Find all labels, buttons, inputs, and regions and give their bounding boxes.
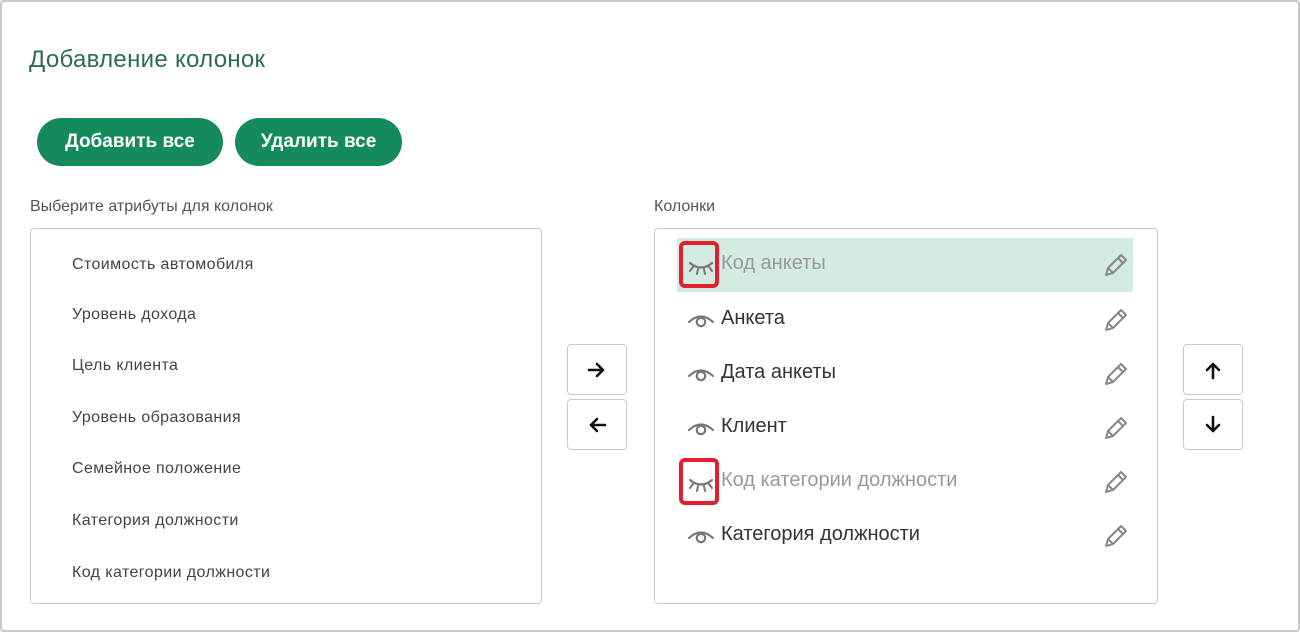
- list-item[interactable]: Стоимость автомобиля: [72, 256, 254, 274]
- arrow-left-icon: [589, 417, 607, 432]
- list-item[interactable]: Уровень образования: [72, 409, 241, 427]
- list-item[interactable]: Уровень дохода: [72, 306, 196, 324]
- column-row-label: Код категории должности: [721, 469, 958, 491]
- remove-all-button[interactable]: Удалить все: [235, 118, 402, 166]
- column-row-label: Код анкеты: [721, 252, 826, 274]
- edit-pencil-icon[interactable]: [1101, 305, 1131, 335]
- edit-pencil-icon[interactable]: [1101, 467, 1131, 497]
- column-row[interactable]: Дата анкеты: [677, 347, 1133, 401]
- move-right-button[interactable]: [567, 344, 627, 395]
- selected-columns-list[interactable]: Код анкеты Анкета Дата анкеты Клиент Код кат…: [654, 228, 1158, 604]
- columns-label: Колонки: [654, 198, 716, 215]
- edit-pencil-icon[interactable]: [1101, 413, 1131, 443]
- column-row-label: Категория должности: [721, 523, 920, 545]
- add-columns-dialog: Добавление колонок Добавить все Удалить …: [0, 0, 1300, 632]
- move-left-button[interactable]: [567, 399, 627, 450]
- arrow-right-icon: [587, 362, 605, 377]
- edit-pencil-icon[interactable]: [1101, 250, 1131, 280]
- move-up-button[interactable]: [1183, 344, 1243, 395]
- column-row[interactable]: Код анкеты: [677, 238, 1133, 292]
- add-all-button[interactable]: Добавить все: [37, 118, 223, 166]
- column-row-label: Дата анкеты: [721, 361, 836, 383]
- column-row[interactable]: Анкета: [677, 293, 1133, 347]
- eye-icon[interactable]: [687, 418, 715, 438]
- edit-pencil-icon[interactable]: [1101, 521, 1131, 551]
- list-item[interactable]: Код категории должности: [72, 564, 270, 582]
- list-item[interactable]: Цель клиента: [72, 357, 178, 375]
- available-attributes-label: Выберите атрибуты для колонок: [30, 198, 273, 215]
- eye-closed-icon[interactable]: [687, 255, 715, 275]
- eye-closed-icon[interactable]: [687, 472, 715, 492]
- column-row[interactable]: Код категории должности: [677, 455, 1133, 509]
- list-item[interactable]: Категория должности: [72, 512, 239, 530]
- available-attributes-list[interactable]: Стоимость автомобиля Уровень дохода Цель…: [30, 228, 542, 604]
- column-row[interactable]: Категория должности: [677, 509, 1133, 563]
- column-row-label: Анкета: [721, 307, 785, 329]
- arrow-down-icon: [1205, 415, 1221, 432]
- dialog-title: Добавление колонок: [29, 46, 266, 73]
- column-row[interactable]: Клиент: [677, 401, 1133, 455]
- eye-icon[interactable]: [687, 526, 715, 546]
- move-down-button[interactable]: [1183, 399, 1243, 450]
- eye-icon[interactable]: [687, 310, 715, 330]
- edit-pencil-icon[interactable]: [1101, 359, 1131, 389]
- arrow-up-icon: [1205, 362, 1221, 379]
- list-item[interactable]: Семейное положение: [72, 460, 241, 478]
- eye-icon[interactable]: [687, 364, 715, 384]
- column-row-label: Клиент: [721, 415, 787, 437]
